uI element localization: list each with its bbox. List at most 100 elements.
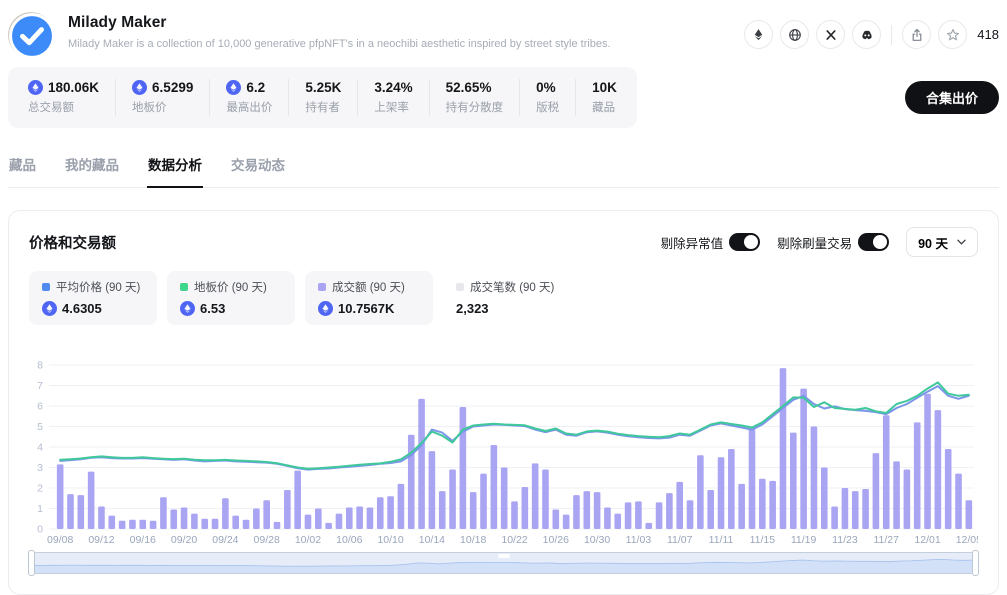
- globe-icon: [788, 28, 802, 42]
- tab-item-0[interactable]: 藏品: [8, 148, 37, 187]
- stat-item: 6.5299 地板价: [116, 79, 210, 116]
- ethereum-chain-button[interactable]: [744, 20, 773, 49]
- svg-text:11/03: 11/03: [626, 534, 652, 546]
- svg-text:10/26: 10/26: [543, 534, 569, 546]
- eth-icon: [28, 80, 43, 95]
- svg-text:8: 8: [37, 361, 43, 372]
- watchlist-button[interactable]: [938, 20, 967, 49]
- svg-text:4: 4: [37, 442, 43, 454]
- eth-icon: [318, 301, 333, 316]
- svg-text:2: 2: [37, 483, 43, 495]
- collection-avatar: [8, 12, 54, 58]
- stat-item: 6.2 最高出价: [210, 79, 289, 116]
- toggle-switch-icon[interactable]: [729, 233, 760, 251]
- stat-item: 3.24% 上架率: [358, 79, 429, 116]
- panel-title: 价格和交易额: [29, 232, 116, 253]
- collection-header: Milady Maker Milady Maker is a collectio…: [8, 0, 999, 58]
- price-volume-chart[interactable]: 01234567809/0809/1209/1609/2009/2409/281…: [29, 361, 978, 547]
- chart-legend: 平均价格 (90 天) 4.6305 地板价 (90 天) 6.53 成交额 (…: [29, 271, 978, 325]
- legend-value: 2,323: [456, 301, 489, 316]
- svg-text:09/16: 09/16: [130, 534, 156, 546]
- svg-text:10/06: 10/06: [336, 534, 362, 546]
- legend-marker-icon: [180, 283, 188, 291]
- share-button[interactable]: [902, 20, 931, 49]
- eth-icon: [42, 301, 57, 316]
- svg-text:09/08: 09/08: [47, 534, 73, 546]
- legend-item[interactable]: 平均价格 (90 天) 4.6305: [29, 271, 157, 325]
- legend-label: 平均价格 (90 天): [56, 279, 140, 295]
- stat-item: 0% 版税: [520, 79, 576, 116]
- svg-text:12/05: 12/05: [956, 534, 978, 546]
- brush-handle-right[interactable]: [972, 550, 979, 576]
- x-icon: [825, 29, 837, 41]
- legend-item[interactable]: 成交笔数 (90 天) 2,323: [443, 271, 571, 325]
- stat-item: 10K 藏品: [576, 79, 633, 116]
- star-icon: [946, 28, 960, 42]
- discord-icon: [860, 28, 874, 42]
- legend-marker-icon: [318, 283, 326, 291]
- legend-label: 地板价 (90 天): [194, 279, 267, 295]
- toggle-switch-icon[interactable]: [858, 233, 889, 251]
- header-actions: 418: [744, 20, 999, 49]
- twitter-x-button[interactable]: [816, 20, 845, 49]
- svg-text:6: 6: [37, 401, 43, 413]
- range-select-value: 90 天: [918, 233, 948, 252]
- chart-range-brush[interactable]: [31, 552, 976, 574]
- eth-icon: [226, 80, 241, 95]
- chevron-down-icon: [957, 239, 966, 245]
- svg-text:11/19: 11/19: [791, 534, 817, 546]
- svg-text:5: 5: [37, 421, 43, 433]
- stats-bar: 180.06K 总交易额 6.5299 地板价 6.2 最高出价 5.25K 持…: [8, 67, 637, 128]
- divider: [891, 25, 892, 45]
- price-volume-panel: 价格和交易额 剔除异常值 剔除刷量交易 90 天 平均价格 (90 天) 4.6…: [8, 210, 999, 595]
- svg-text:09/28: 09/28: [254, 534, 280, 546]
- svg-text:1: 1: [37, 503, 43, 515]
- legend-label: 成交额 (90 天): [332, 279, 405, 295]
- share-icon: [910, 28, 924, 42]
- filter-toggle-label: 剔除刷量交易: [777, 233, 852, 252]
- tab-item-1[interactable]: 我的藏品: [64, 148, 120, 187]
- range-select[interactable]: 90 天: [906, 227, 978, 257]
- ethereum-icon: [752, 28, 765, 41]
- tabs: 藏品 我的藏品 数据分析 交易动态: [8, 148, 999, 188]
- tab-item-2[interactable]: 数据分析: [147, 148, 203, 187]
- tab-item-3[interactable]: 交易动态: [230, 148, 286, 187]
- stat-item: 180.06K 总交易额: [12, 79, 116, 116]
- legend-item[interactable]: 成交额 (90 天) 10.7567K: [305, 271, 433, 325]
- legend-value: 6.53: [200, 301, 225, 316]
- svg-text:10/22: 10/22: [501, 534, 527, 546]
- svg-text:3: 3: [37, 462, 43, 474]
- filter-toggle[interactable]: 剔除刷量交易: [777, 233, 889, 252]
- svg-text:10/10: 10/10: [377, 534, 403, 546]
- discord-button[interactable]: [852, 20, 881, 49]
- collection-title: Milady Maker: [68, 14, 611, 32]
- collection-description: Milady Maker is a collection of 10,000 g…: [68, 38, 611, 50]
- legend-value: 4.6305: [62, 301, 102, 316]
- collection-page: Milady Maker Milady Maker is a collectio…: [0, 0, 1007, 595]
- collection-bid-button[interactable]: 合集出价: [905, 81, 999, 114]
- svg-text:09/20: 09/20: [171, 534, 197, 546]
- legend-value: 10.7567K: [338, 301, 394, 316]
- svg-text:10/14: 10/14: [419, 534, 445, 546]
- svg-text:09/12: 09/12: [88, 534, 114, 546]
- brush-handle-left[interactable]: [28, 550, 35, 576]
- svg-text:10/30: 10/30: [584, 534, 610, 546]
- svg-text:11/11: 11/11: [709, 534, 734, 546]
- legend-item[interactable]: 地板价 (90 天) 6.53: [167, 271, 295, 325]
- stats-section: 180.06K 总交易额 6.5299 地板价 6.2 最高出价 5.25K 持…: [8, 67, 999, 128]
- stat-item: 52.65% 持有分散度: [430, 79, 521, 116]
- svg-text:10/02: 10/02: [295, 534, 321, 546]
- chart-controls: 剔除异常值 剔除刷量交易 90 天: [661, 227, 978, 257]
- svg-text:09/24: 09/24: [212, 534, 238, 546]
- brush-notch: [498, 554, 510, 558]
- svg-text:12/01: 12/01: [914, 534, 940, 546]
- filter-toggle[interactable]: 剔除异常值: [661, 233, 761, 252]
- svg-text:7: 7: [37, 380, 43, 392]
- svg-text:11/23: 11/23: [832, 534, 858, 546]
- filter-toggle-label: 剔除异常值: [661, 233, 724, 252]
- website-button[interactable]: [780, 20, 809, 49]
- legend-marker-icon: [42, 283, 50, 291]
- verified-badge-icon: [9, 13, 55, 59]
- stat-item: 5.25K 持有者: [289, 79, 358, 116]
- eth-icon: [132, 80, 147, 95]
